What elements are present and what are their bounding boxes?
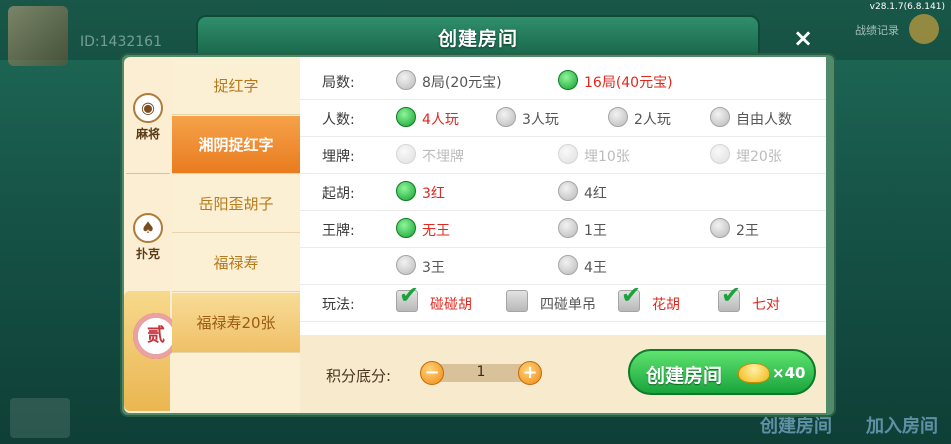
tab-4[interactable]: 福禄寿 [172,234,300,292]
app-version: v28.1.7(6.8.141) [869,2,945,12]
checkbox-box-icon: ✔ [618,281,641,312]
category-label: 扑克 [135,247,160,261]
checkbox-box-icon: ✔ [718,281,741,312]
option-row-label: 局数: [322,75,355,91]
option-row: 玩法: ✔ 碰碰胡 四碰单吊 ✔ 花胡 ✔ 七对 [300,281,826,322]
checkmark-icon: ✔ [399,281,420,309]
option-label: 无王 [422,223,450,239]
radio-button-icon [710,144,730,164]
spade-icon: ♠ [133,213,163,243]
plus-button[interactable]: + [518,361,542,385]
radio-button-icon [558,181,578,201]
option-row-label: 王牌: [322,223,355,239]
radio-button-icon [396,218,416,238]
radio-button-icon [396,144,416,164]
category-label: 麻将 [135,127,160,141]
option-label: 2人玩 [634,112,671,128]
option-label: 8局(20元宝) [422,75,502,91]
shop-cart-icon [10,398,70,438]
score-label: 积分底分: [326,367,392,385]
radio-button-icon [710,107,730,127]
option-label: 1王 [584,223,607,239]
tab-1[interactable]: 捉红字 [172,57,300,115]
radio-button-icon [396,181,416,201]
category-divider [126,173,170,174]
radio-button-icon [496,107,516,127]
option-row-label: 埋牌: [322,149,355,165]
create-room-dialog: 创建房间 × ◉ 麻将 ♠ 扑克 贰 捉红字 湘阴捉红字 岳阳歪胡子 福禄寿 福禄寿20… [118,15,840,417]
option-row: 起胡: 3红 4红 [300,174,826,211]
bottom-bar: 积分底分: 1 − + 创建房间 ×40 [300,335,826,413]
category-poker[interactable]: ♠ 扑克 [124,213,172,262]
category-special[interactable]: 贰 [124,291,179,411]
radio-button-icon [558,255,578,275]
option-label: 碰碰胡 [430,297,472,313]
option-label: 4王 [584,260,607,276]
option-label: 埋20张 [736,149,782,165]
checkmark-icon: ✔ [721,281,742,309]
radio-button-icon [396,70,416,90]
checkbox-box-icon: ✔ [396,281,419,312]
option-label: 不埋牌 [422,149,464,165]
option-label: 4红 [584,186,607,202]
option-label: 3红 [422,186,445,202]
option-label: 2王 [736,223,759,239]
option-row-label: 人数: [322,112,355,128]
score-stepper: 1 − + [420,361,542,385]
create-room-cost: ×40 [772,364,806,382]
create-room-label: 创建房间 [646,365,723,387]
option-label: 3王 [422,260,445,276]
radio-button-icon [558,70,578,90]
option-label: 埋10张 [584,149,630,165]
radio-button-icon [396,255,416,275]
option-label: 3人玩 [522,112,559,128]
option-label: 花胡 [652,297,680,313]
lobby-record-label: 战绩记录 [855,24,899,37]
radio-button-icon [558,144,578,164]
option-row-label: 玩法: [322,297,355,313]
option-row-label: 起胡: [322,186,355,202]
checkbox-box-icon [506,290,528,312]
tab-5[interactable]: 福禄寿20张 [172,293,300,353]
option-row: 局数: 8局(20元宝) 16局(40元宝) [300,63,826,100]
option-row: 人数: 4人玩 3人玩 2人玩 自由人数 [300,100,826,137]
radio-button-icon [396,107,416,127]
radio-button-icon [710,218,730,238]
lobby-join-room-button: 加入房间 [866,416,938,437]
checkmark-icon: ✔ [621,281,642,309]
close-icon[interactable]: × [788,23,818,53]
tab-2[interactable]: 湘阴捉红字 [172,116,300,174]
lobby-avatar [8,6,68,66]
dialog-title: 创建房间 [437,28,518,50]
option-label: 16局(40元宝) [584,75,673,91]
option-row: 3王 4王 [300,248,826,285]
option-row: 埋牌: 不埋牌 埋10张 埋20张 [300,137,826,174]
option-label: 4人玩 [422,112,459,128]
minus-button[interactable]: − [420,361,444,385]
gold-ingot-icon [738,363,770,383]
option-label: 自由人数 [736,112,792,128]
radio-button-icon [608,107,628,127]
gear-icon [909,14,939,44]
stepper-value: 1 [476,364,486,380]
option-row: 王牌: 无王 1王 2王 [300,211,826,248]
mahjong-tile-icon: ◉ [133,93,163,123]
option-label: 四碰单吊 [540,297,596,313]
category-mahjong[interactable]: ◉ 麻将 [124,93,172,142]
option-label: 七对 [752,297,780,313]
radio-button-icon [558,218,578,238]
create-room-button[interactable]: 创建房间 ×40 [628,349,816,395]
game-tab-list: 捉红字 湘阴捉红字 岳阳歪胡子 福禄寿 福禄寿20张 [172,57,300,413]
tab-3[interactable]: 岳阳歪胡子 [172,175,300,233]
